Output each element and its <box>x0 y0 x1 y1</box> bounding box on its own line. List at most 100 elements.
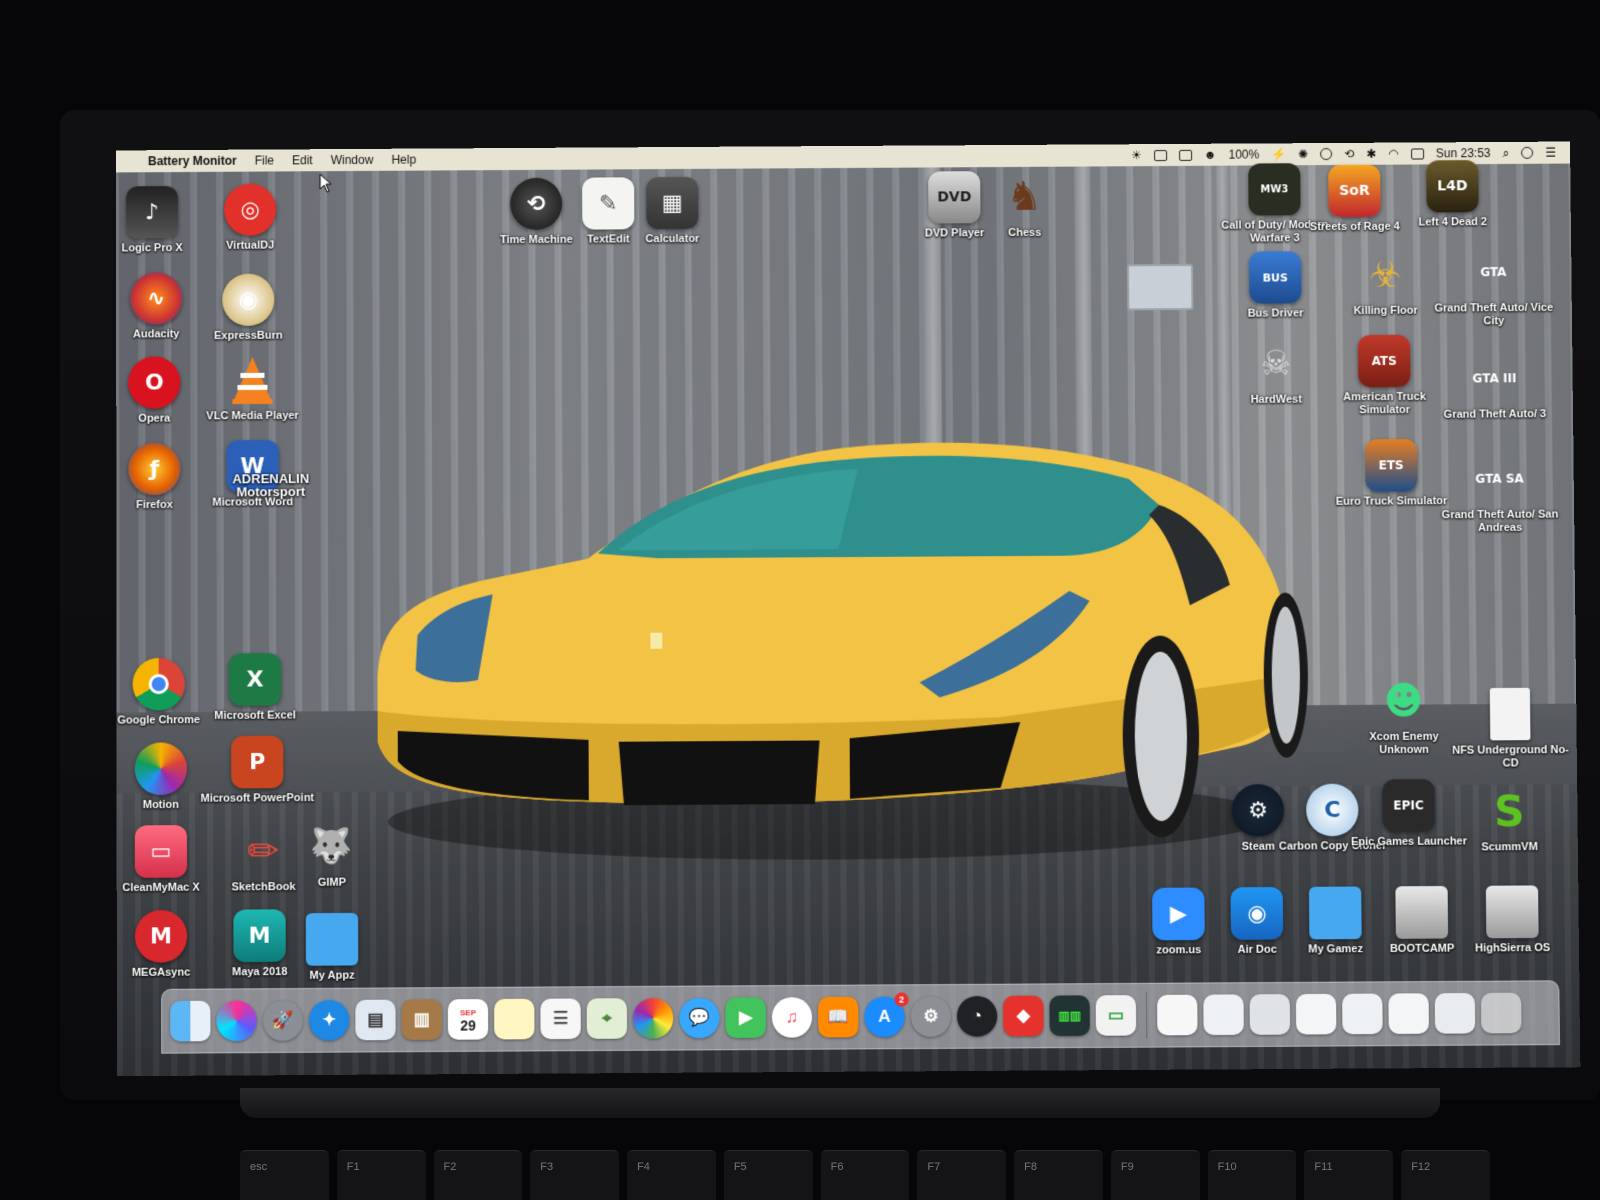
key-f1[interactable]: F1 <box>337 1150 426 1200</box>
dock-screenshot-icon[interactable] <box>1203 994 1244 1035</box>
display-icon[interactable] <box>1154 150 1167 161</box>
airdrop-icon: ◉ <box>1231 887 1284 940</box>
preview-icon[interactable]: ▤ <box>355 1000 395 1041</box>
dock-downloads-icon[interactable] <box>1435 993 1476 1034</box>
desktop-icon-firefox[interactable]: ƒ Firefox <box>116 442 205 512</box>
desktop-icon-hardwest[interactable]: ☠ HardWest <box>1226 337 1327 407</box>
menu-help[interactable]: Help <box>391 153 416 167</box>
desktop-icon-virtualdj[interactable]: ◎ VirtualDJ <box>200 183 300 253</box>
desktop-icon-gta-sa[interactable]: GTA SA Grand Theft Auto/ San Andreas <box>1449 452 1550 535</box>
desktop-icon-cleanmymac[interactable]: ▭ CleanMyMac X <box>116 825 211 895</box>
wall-sign <box>1127 264 1193 310</box>
battery-percent[interactable]: 100% <box>1228 147 1259 161</box>
vlc-cone-icon <box>226 354 278 406</box>
desktop-icon-left4dead[interactable]: L4D Left 4 Dead 2 <box>1402 160 1503 230</box>
siri-icon[interactable] <box>216 1000 256 1041</box>
key-f7[interactable]: F7 <box>917 1150 1006 1200</box>
key-f12[interactable]: F12 <box>1401 1150 1490 1200</box>
key-esc[interactable]: esc <box>240 1150 329 1200</box>
key-f11[interactable]: F11 <box>1304 1150 1393 1200</box>
facetime-icon[interactable]: ▶ <box>725 997 765 1038</box>
cod-mw3-icon: MW3 <box>1248 163 1300 215</box>
app-store-icon[interactable]: A 2 <box>864 996 904 1037</box>
key-f10[interactable]: F10 <box>1208 1150 1297 1200</box>
spotlight-search-icon[interactable]: ⌕ <box>1503 145 1510 160</box>
menu-window[interactable]: Window <box>331 153 374 167</box>
messages-icon[interactable]: 💬 <box>679 998 719 1039</box>
power-icon[interactable]: ⚡ <box>1271 147 1286 161</box>
desktop-icon-ats[interactable]: ATS American Truck Simulator <box>1334 335 1435 418</box>
notes-icon[interactable] <box>494 999 534 1040</box>
menu-edit[interactable]: Edit <box>292 153 313 167</box>
anydesk-icon[interactable]: ◆ <box>1003 996 1044 1037</box>
launchpad-rocket-icon[interactable]: 🚀 <box>263 1000 303 1041</box>
desktop-icon-gta3[interactable]: GTA III Grand Theft Auto/ 3 <box>1444 352 1545 422</box>
calendar-icon[interactable]: SEP 29 <box>448 999 488 1040</box>
desktop-icon-chess[interactable]: ♞ Chess <box>974 171 1075 241</box>
desktop-icon-highsierra[interactable]: HighSierra OS <box>1462 885 1563 955</box>
key-f9[interactable]: F9 <box>1111 1150 1200 1200</box>
photos-icon[interactable] <box>633 998 673 1039</box>
clock[interactable]: Sun 23:53 <box>1436 146 1491 160</box>
desktop-icon-streets-of-rage[interactable]: SoR Streets of Rage 4 <box>1304 165 1405 235</box>
desktop-icon-epic[interactable]: EPIC Epic Games Launcher <box>1358 779 1459 849</box>
bluetooth-icon[interactable]: ✱ <box>1366 147 1376 161</box>
finder-icon[interactable] <box>170 1001 210 1042</box>
desktop-icon-gimp[interactable]: 🐺 GIMP <box>281 820 382 890</box>
wifi-icon[interactable]: ◠ <box>1388 147 1399 161</box>
key-f6[interactable]: F6 <box>821 1150 910 1200</box>
desktop-icon-opera[interactable]: O Opera <box>116 356 204 426</box>
key-f5[interactable]: F5 <box>724 1150 813 1200</box>
alien-icon: ☻ <box>1377 674 1430 727</box>
desktop-icon-megasync[interactable]: M MEGAsync <box>116 910 211 980</box>
desktop-icon-bus-driver[interactable]: BUS Bus Driver <box>1225 251 1326 321</box>
desktop-icon-my-appz[interactable]: My Appz <box>282 913 383 983</box>
memory-monitor-icon[interactable]: ▥▥ <box>1049 995 1090 1036</box>
dock-document-icon[interactable] <box>1157 995 1198 1036</box>
battery-app-icon[interactable]: ▭ <box>1096 995 1137 1036</box>
istat-gauge-icon[interactable]: ◔ <box>957 996 998 1037</box>
menu-app-name[interactable]: Battery Monitor <box>148 154 237 169</box>
siri-icon[interactable] <box>1521 147 1533 159</box>
desktop-icon-expressburn[interactable]: ◉ ExpressBurn <box>198 273 298 343</box>
dark-mode-icon[interactable] <box>1320 148 1332 160</box>
sun-icon[interactable]: ✺ <box>1298 147 1308 161</box>
trash-icon[interactable] <box>1481 993 1522 1034</box>
app-store-badge: 2 <box>894 992 908 1006</box>
dock-screenshot-icon[interactable] <box>1342 994 1383 1035</box>
desktop-icon-ets[interactable]: ETS Euro Truck Simulator <box>1341 439 1442 509</box>
desktop-icon-gta-vc[interactable]: GTA Grand Theft Auto/ Vice City <box>1443 246 1544 329</box>
battery-icon[interactable] <box>1411 148 1424 159</box>
system-preferences-gear-icon[interactable]: ⚙ <box>911 996 952 1037</box>
desktop-icon-powerpoint[interactable]: P Microsoft PowerPoint <box>207 736 308 806</box>
alien-status-icon[interactable]: ☻ <box>1204 148 1217 162</box>
notification-center-icon[interactable]: ☰ <box>1545 146 1556 160</box>
key-f2[interactable]: F2 <box>434 1150 523 1200</box>
desktop-icon-vlc[interactable]: VLC Media Player <box>202 354 302 424</box>
music-icon[interactable]: ♫ <box>772 997 812 1038</box>
maps-icon[interactable]: ⌖ <box>587 998 627 1039</box>
desktop-icon-calculator[interactable]: ▦ Calculator <box>622 177 722 247</box>
desktop-icon-scummvm[interactable]: S ScummVM <box>1459 784 1560 854</box>
desktop-icon-killing-floor[interactable]: ☣ Killing Floor <box>1335 248 1436 318</box>
key-f8[interactable]: F8 <box>1014 1150 1103 1200</box>
brightness-icon[interactable]: ☀ <box>1131 148 1142 162</box>
desktop-icon-excel[interactable]: X Microsoft Excel <box>205 653 306 723</box>
zoom-camera-icon: ▶ <box>1152 887 1205 940</box>
battery-monitor-icon[interactable] <box>1179 149 1192 160</box>
safari-compass-icon[interactable]: ✦ <box>309 1000 349 1041</box>
menu-file[interactable]: File <box>255 153 274 167</box>
contacts-icon[interactable]: ▥ <box>402 999 442 1040</box>
dock-screenshot-icon[interactable] <box>1250 994 1291 1035</box>
key-f3[interactable]: F3 <box>530 1150 619 1200</box>
desktop-icon-nfs[interactable]: NFS Underground No-CD <box>1460 688 1561 771</box>
reminders-icon[interactable]: ☰ <box>540 998 580 1039</box>
dock-document-icon[interactable] <box>1388 993 1429 1034</box>
books-icon[interactable]: 📖 <box>818 997 858 1038</box>
key-f4[interactable]: F4 <box>627 1150 716 1200</box>
bus-driver-icon: BUS <box>1249 251 1302 303</box>
desktop-icon-adrenalin[interactable]: ADRENALIN Motorsport <box>201 468 341 499</box>
time-machine-menu-icon[interactable]: ⟲ <box>1344 147 1354 161</box>
dock-document-icon[interactable] <box>1296 994 1337 1035</box>
desktop-icon-xcom[interactable]: ☻ Xcom Enemy Unknown <box>1353 674 1454 757</box>
